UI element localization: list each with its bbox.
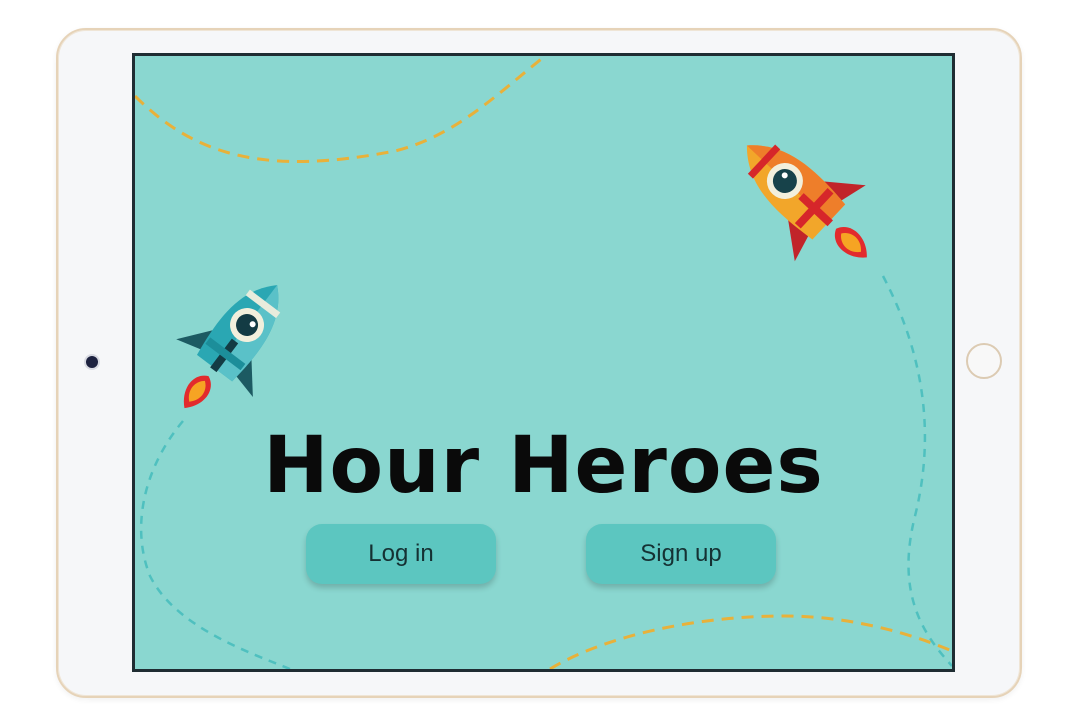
app-screen: Hour Heroes Log in Sign up: [132, 53, 955, 672]
app-title: Hour Heroes: [263, 421, 824, 511]
home-button[interactable]: [966, 343, 1002, 379]
orange-trail-bottom: [549, 614, 952, 669]
orange-trail-top: [135, 56, 546, 164]
rocket-icon: [176, 285, 281, 409]
signup-button[interactable]: Sign up: [586, 524, 776, 584]
rocket-icon: [746, 144, 867, 262]
front-camera: [86, 356, 98, 368]
login-button[interactable]: Log in: [306, 524, 496, 584]
dashed-trails: [135, 56, 952, 669]
